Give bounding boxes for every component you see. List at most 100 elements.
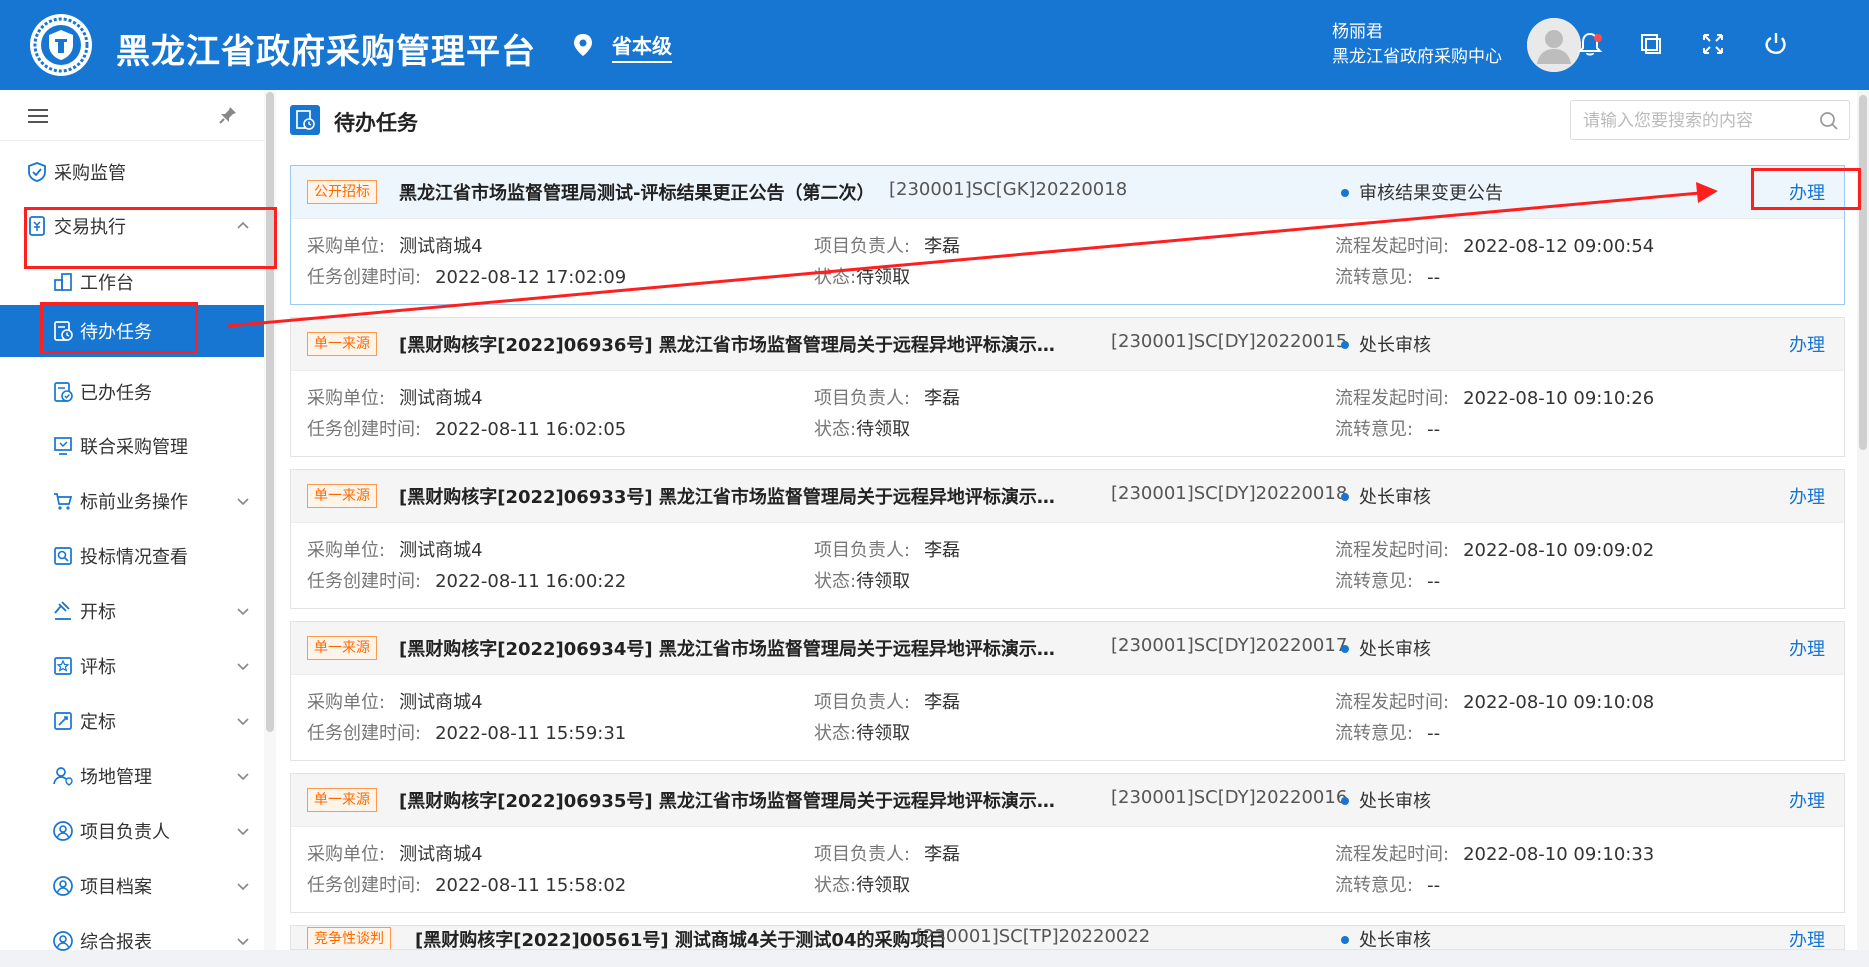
workbench-icon — [54, 273, 72, 291]
sidebar-item-bid-status[interactable]: 投标情况查看 — [0, 530, 264, 582]
task-title[interactable]: [黑财购核字[2022]06933号] 黑龙江省市场监督管理局关于远程异地评标演… — [399, 483, 1071, 509]
field-created: 任务创建时间: 2022-08-11 16:02:05 — [307, 419, 627, 440]
notification-dot — [1594, 34, 1602, 42]
chevron-down-icon — [237, 773, 249, 781]
search-box — [1570, 100, 1850, 140]
sidebar-item-project-archive[interactable]: 项目档案 — [0, 860, 264, 912]
field-leader: 项目负责人: 李磊 — [814, 692, 961, 713]
shopping-cart-icon — [54, 493, 73, 510]
task-card-header: 单一来源 [黑财购核字[2022]06934号] 黑龙江省市场监督管理局关于远程… — [291, 622, 1844, 675]
field-opinion: 流转意见: -- — [1335, 267, 1441, 288]
field-created: 任务创建时间: 2022-08-11 15:59:31 — [307, 723, 627, 744]
sidebar-item-joint-procurement[interactable]: 联合采购管理 — [0, 420, 264, 472]
switch-window-icon[interactable] — [1637, 30, 1665, 58]
task-code: [230001]SC[DY]20220015 — [1111, 331, 1348, 352]
top-header: 黑龙江省政府采购管理平台 省本级 杨丽君 黑龙江省政府采购中心 — [0, 0, 1869, 90]
main-scrollbar-thumb[interactable] — [1859, 95, 1867, 450]
pending-task-icon — [290, 105, 320, 135]
field-flow-start: 流程发起时间: 2022-08-12 09:00:54 — [1335, 236, 1655, 257]
procurement-type-badge: 单一来源 — [307, 332, 377, 356]
task-card: 单一来源 [黑财购核字[2022]06936号] 黑龙江省市场监督管理局关于远程… — [290, 317, 1845, 457]
sidebar-item-bid-opening[interactable]: 开标 — [0, 585, 264, 637]
shield-check-icon — [28, 162, 46, 182]
bid-view-icon — [54, 547, 72, 565]
task-status: 处长审核 — [1359, 487, 1431, 508]
sidebar-item-venue-management[interactable]: 场地管理 — [0, 750, 264, 802]
handle-button[interactable]: 办理 — [1789, 787, 1825, 813]
field-flow-start: 流程发起时间: 2022-08-10 09:10:08 — [1335, 692, 1655, 713]
handle-button[interactable]: 办理 — [1789, 635, 1825, 661]
handle-button[interactable]: 办理 — [1789, 331, 1825, 357]
field-state: 状态:待领取 — [814, 723, 911, 744]
task-card: 单一来源 [黑财购核字[2022]06934号] 黑龙江省市场监督管理局关于远程… — [290, 621, 1845, 761]
task-title[interactable]: [黑财购核字[2022]00561号] 测试商城4关于测试04的采购项目 — [415, 926, 946, 949]
task-title[interactable]: [黑财购核字[2022]06934号] 黑龙江省市场监督管理局关于远程异地评标演… — [399, 635, 1071, 661]
field-opinion: 流转意见: -- — [1335, 571, 1441, 592]
chevron-down-icon — [237, 938, 249, 946]
field-purchaser: 采购单位: 测试商城4 — [307, 236, 483, 257]
page-title: 待办任务 — [334, 111, 418, 135]
handle-button[interactable]: 办理 — [1789, 483, 1825, 509]
user-circle-icon — [53, 876, 73, 896]
field-leader: 项目负责人: 李磊 — [814, 844, 961, 865]
task-title[interactable]: 黑龙江省市场监督管理局测试-评标结果更正公告（第二次） — [399, 179, 874, 205]
sidebar-item-award[interactable]: 定标 — [0, 695, 264, 747]
field-leader: 项目负责人: 李磊 — [814, 236, 961, 257]
search-input[interactable] — [1581, 107, 1805, 135]
task-status: 处长审核 — [1359, 639, 1431, 660]
field-flow-start: 流程发起时间: 2022-08-10 09:10:33 — [1335, 844, 1655, 865]
status-dot — [1341, 493, 1349, 501]
task-code: [230001]SC[DY]20220017 — [1111, 635, 1348, 656]
pin-icon[interactable] — [218, 105, 238, 125]
chevron-down-icon — [237, 828, 249, 836]
field-state: 状态:待领取 — [814, 419, 911, 440]
hamburger-menu-icon[interactable] — [28, 108, 48, 124]
monitor-icon — [54, 437, 72, 455]
sidebar-item-pre-bid-operations[interactable]: 标前业务操作 — [0, 475, 264, 527]
search-icon[interactable] — [1819, 111, 1839, 131]
highlight-box-handle-button — [1751, 168, 1861, 210]
user-circle-icon — [53, 821, 73, 841]
field-purchaser: 采购单位: 测试商城4 — [307, 388, 483, 409]
user-name: 杨丽君 — [1332, 22, 1383, 42]
field-flow-start: 流程发起时间: 2022-08-10 09:09:02 — [1335, 540, 1655, 561]
power-off-icon[interactable] — [1762, 30, 1790, 58]
completed-task-icon — [54, 382, 73, 402]
field-created: 任务创建时间: 2022-08-11 16:00:22 — [307, 571, 627, 592]
sidebar-item-label: 联合采购管理 — [80, 437, 188, 458]
sidebar-item-completed-tasks[interactable]: 已办任务 — [0, 366, 264, 418]
task-title[interactable]: [黑财购核字[2022]06935号] 黑龙江省市场监督管理局关于远程异地评标演… — [399, 787, 1071, 813]
sidebar-item-procurement-supervision[interactable]: 采购监管 — [0, 146, 264, 198]
task-card-header: 单一来源 [黑财购核字[2022]06935号] 黑龙江省市场监督管理局关于远程… — [291, 774, 1844, 827]
field-created: 任务创建时间: 2022-08-12 17:02:09 — [307, 267, 627, 288]
fullscreen-icon[interactable] — [1699, 30, 1727, 58]
avatar[interactable] — [1527, 18, 1581, 72]
sidebar-item-project-leader[interactable]: 项目负责人 — [0, 805, 264, 857]
procurement-type-badge: 公开招标 — [307, 180, 377, 204]
highlight-box-transaction-execution — [24, 207, 277, 269]
sidebar-item-label: 定标 — [80, 712, 116, 733]
emblem-logo-icon — [30, 14, 92, 76]
task-card: 单一来源 [黑财购核字[2022]06933号] 黑龙江省市场监督管理局关于远程… — [290, 469, 1845, 609]
field-flow-start: 流程发起时间: 2022-08-10 09:10:26 — [1335, 388, 1655, 409]
sidebar-item-label: 场地管理 — [80, 767, 152, 788]
status-dot — [1341, 936, 1349, 944]
chevron-down-icon — [237, 883, 249, 891]
sidebar-item-label: 项目负责人 — [80, 822, 170, 843]
region-selector[interactable]: 省本级 — [612, 30, 672, 63]
location-pin-icon — [574, 34, 592, 56]
chevron-down-icon — [237, 608, 249, 616]
task-status: 审核结果变更公告 — [1359, 183, 1503, 204]
task-card-header: 单一来源 [黑财购核字[2022]06936号] 黑龙江省市场监督管理局关于远程… — [291, 318, 1844, 371]
app-title: 黑龙江省政府采购管理平台 — [116, 32, 536, 72]
procurement-type-badge: 竞争性谈判 — [307, 927, 391, 949]
user-circle-icon — [53, 931, 73, 951]
handle-button[interactable]: 办理 — [1789, 926, 1825, 949]
sidebar-item-bid-evaluation[interactable]: 评标 — [0, 640, 264, 692]
field-state: 状态:待领取 — [814, 267, 911, 288]
gavel-icon — [54, 601, 71, 620]
sidebar-item-reports[interactable]: 综合报表 — [0, 915, 264, 967]
task-title[interactable]: [黑财购核字[2022]06936号] 黑龙江省市场监督管理局关于远程异地评标演… — [399, 331, 1071, 357]
sidebar-scrollbar-thumb[interactable] — [266, 92, 274, 732]
page-header: 待办任务 — [276, 90, 1869, 150]
